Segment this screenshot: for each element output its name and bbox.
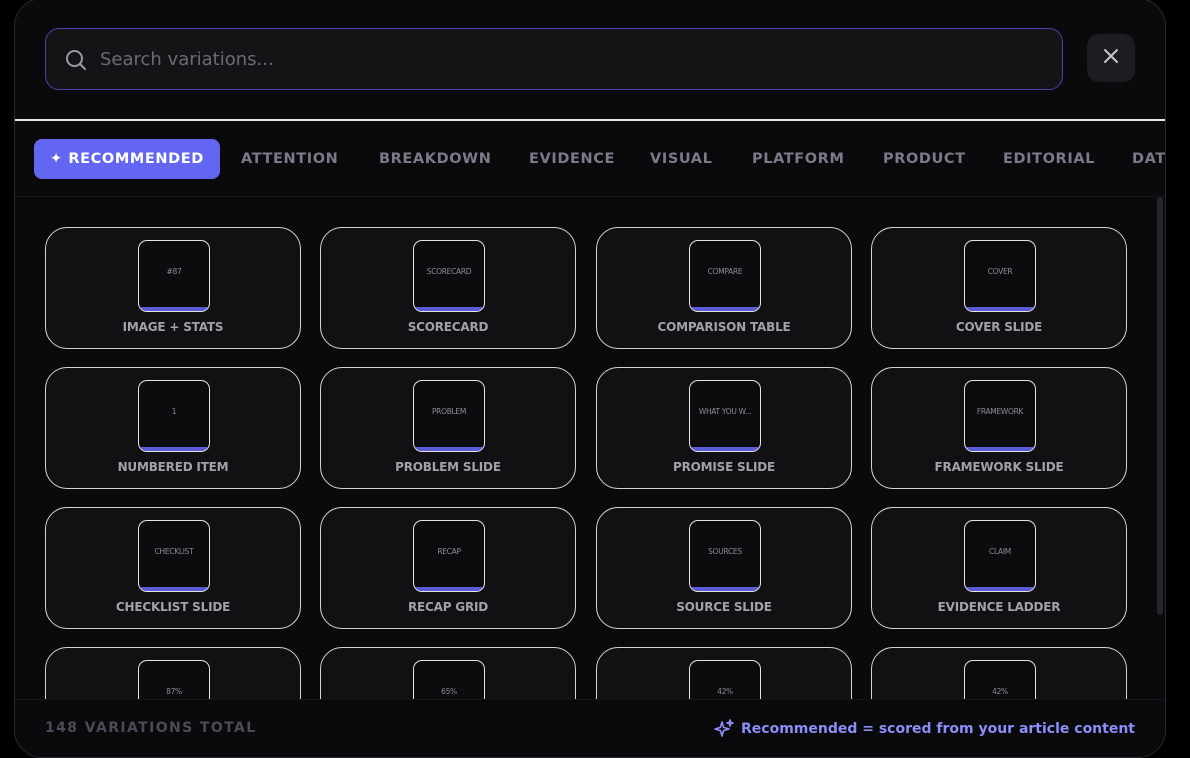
card-label: NUMBERED ITEM [117,460,229,474]
variations-modal: ✦ RECOMMENDED ATTENTION BREAKDOWN EVIDEN… [14,0,1166,758]
card-thumbnail: CLAIM [964,520,1036,592]
variation-card[interactable]: WHAT YOU W... PROMISE SLIDE [596,367,852,489]
tab-recommended[interactable]: ✦ RECOMMENDED [34,139,220,179]
variation-card[interactable]: 87% [45,647,301,699]
thumbnail-accent-bar [690,447,760,451]
tab-editorial[interactable]: EDITORIAL [1003,139,1095,179]
variation-card[interactable]: FRAMEWORK FRAMEWORK SLIDE [871,367,1127,489]
thumbnail-accent-bar [139,447,209,451]
card-label: SCORECARD [407,320,489,334]
sparkle-icon [713,718,735,740]
tab-breakdown[interactable]: BREAKDOWN [379,139,491,179]
grid-scrollbar[interactable] [1157,197,1163,615]
tab-visual[interactable]: VISUAL [650,139,712,179]
thumbnail-text: 65% [441,687,457,696]
thumbnail-text: SCORECARD [426,267,472,276]
thumbnail-text: 1 [171,407,177,416]
tab-attention[interactable]: ATTENTION [241,139,338,179]
card-thumbnail: FRAMEWORK [964,380,1036,452]
thumbnail-text: 42% [992,687,1008,696]
thumbnail-text: PROBLEM [431,407,467,416]
thumbnail-text: 42% [717,687,733,696]
thumbnail-text: CLAIM [989,547,1011,556]
thumbnail-accent-bar [414,447,484,451]
thumbnail-text: 87% [166,687,182,696]
thumbnail-accent-bar [414,307,484,311]
search-row [15,0,1165,119]
card-thumbnail: 42% [964,660,1036,699]
variations-total: 148 VARIATIONS TOTAL [45,720,257,736]
thumbnail-accent-bar [139,307,209,311]
search-box[interactable] [45,28,1063,90]
variation-card[interactable]: #87 IMAGE + STATS [45,227,301,349]
variation-card[interactable]: SOURCES SOURCE SLIDE [596,507,852,629]
thumbnail-text: FRAMEWORK [976,407,1024,416]
category-tabs: ✦ RECOMMENDED ATTENTION BREAKDOWN EVIDEN… [15,121,1165,197]
card-thumbnail: 1 [138,380,210,452]
card-thumbnail: SCORECARD [413,240,485,312]
variation-card[interactable]: 1 NUMBERED ITEM [45,367,301,489]
recommended-note-text: Recommended = scored from your article c… [741,721,1135,737]
close-button[interactable] [1087,34,1135,82]
card-label: COVER SLIDE [955,320,1043,334]
close-icon [1102,47,1120,69]
search-icon [64,48,88,72]
thumbnail-accent-bar [965,587,1035,591]
variation-card[interactable]: COMPARE COMPARISON TABLE [596,227,852,349]
card-thumbnail: CHECKLIST [138,520,210,592]
thumbnail-text: WHAT YOU W... [698,407,752,416]
card-label: SOURCE SLIDE [676,600,772,614]
card-thumbnail: RECAP [413,520,485,592]
tab-evidence[interactable]: EVIDENCE [529,139,615,179]
thumbnail-accent-bar [414,587,484,591]
card-thumbnail: PROBLEM [413,380,485,452]
search-input[interactable] [100,29,1040,89]
modal-footer: 148 VARIATIONS TOTAL Recommended = score… [15,699,1165,757]
variation-card[interactable]: 42% [596,647,852,699]
thumbnail-accent-bar [690,587,760,591]
variation-card[interactable]: CLAIM EVIDENCE LADDER [871,507,1127,629]
card-label: PROBLEM SLIDE [395,460,501,474]
variation-card[interactable]: SCORECARD SCORECARD [320,227,576,349]
thumbnail-accent-bar [690,307,760,311]
card-label: COMPARISON TABLE [657,320,791,334]
thumbnail-text: RECAP [437,547,461,556]
tab-data[interactable]: DAT [1132,139,1165,179]
card-thumbnail: 42% [689,660,761,699]
card-thumbnail: 87% [138,660,210,699]
card-thumbnail: SOURCES [689,520,761,592]
variation-card[interactable]: COVER COVER SLIDE [871,227,1127,349]
thumbnail-text: COVER [987,267,1013,276]
variations-grid: #87 IMAGE + STATS SCORECARD SCORECARD CO… [15,197,1165,699]
variation-card[interactable]: RECAP RECAP GRID [320,507,576,629]
thumbnail-accent-bar [965,447,1035,451]
tab-product[interactable]: PRODUCT [883,139,966,179]
card-thumbnail: COMPARE [689,240,761,312]
thumbnail-text: CHECKLIST [154,547,194,556]
card-thumbnail: WHAT YOU W... [689,380,761,452]
card-label: FRAMEWORK SLIDE [934,460,1064,474]
thumbnail-text: SOURCES [708,547,742,556]
card-label: IMAGE + STATS [122,320,224,334]
variation-card[interactable]: PROBLEM PROBLEM SLIDE [320,367,576,489]
card-label: CHECKLIST SLIDE [115,600,231,614]
variation-card[interactable]: 65% [320,647,576,699]
card-thumbnail: COVER [964,240,1036,312]
card-thumbnail: #87 [138,240,210,312]
thumbnail-text: #87 [166,267,182,276]
tab-platform[interactable]: PLATFORM [752,139,844,179]
thumbnail-accent-bar [139,587,209,591]
thumbnail-accent-bar [965,307,1035,311]
variation-card[interactable]: CHECKLIST CHECKLIST SLIDE [45,507,301,629]
thumbnail-text: COMPARE [707,267,743,276]
recommended-note: Recommended = scored from your article c… [713,718,1135,740]
variation-card[interactable]: 42% [871,647,1127,699]
card-label: EVIDENCE LADDER [937,600,1061,614]
card-label: PROMISE SLIDE [673,460,775,474]
card-label: RECAP GRID [407,600,489,614]
card-thumbnail: 65% [413,660,485,699]
